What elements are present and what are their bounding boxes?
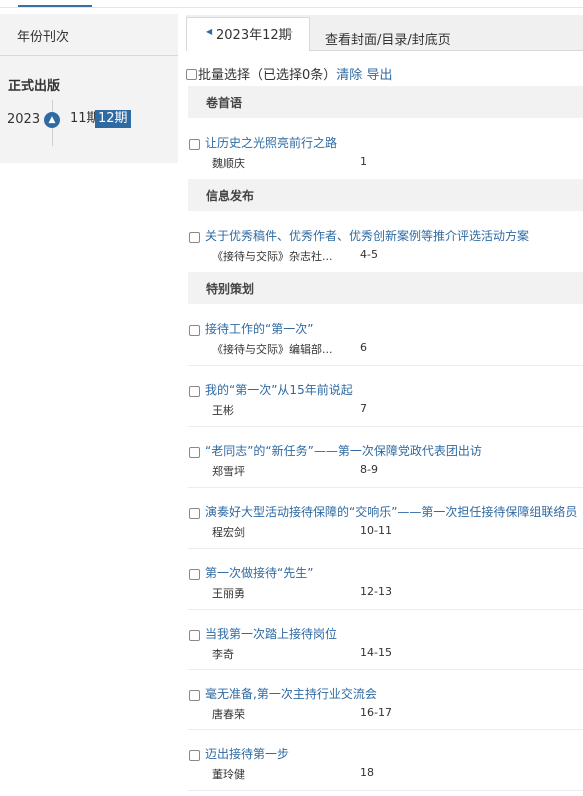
top-nav-strip bbox=[0, 0, 583, 8]
select-all-checkbox[interactable] bbox=[186, 69, 197, 80]
article-title-link[interactable]: 关于优秀稿件、优秀作者、优秀创新案例等推介评选活动方案 bbox=[205, 227, 529, 244]
row-divider bbox=[188, 426, 583, 427]
article-pages: 1 bbox=[360, 155, 367, 168]
article-pages: 14-15 bbox=[360, 646, 392, 659]
article-checkbox[interactable] bbox=[189, 386, 200, 397]
article-pages: 10-11 bbox=[360, 524, 392, 537]
article-checkbox[interactable] bbox=[189, 139, 200, 150]
article-author[interactable]: 郑雪坪 bbox=[212, 463, 245, 479]
section-title: 特别策划 bbox=[206, 282, 255, 296]
section-header: 特别策划 bbox=[188, 272, 583, 304]
article-pages: 16-17 bbox=[360, 706, 392, 719]
batch-select-label: 批量选择 bbox=[198, 68, 251, 83]
article-title-link[interactable]: 毫无准备,第一次主持行业交流会 bbox=[205, 685, 377, 702]
article-title-link[interactable]: 第一次做接待“先生” bbox=[205, 564, 313, 581]
article-author[interactable]: 《接待与交际》杂志社... bbox=[212, 248, 333, 264]
article-checkbox[interactable] bbox=[189, 232, 200, 243]
article-checkbox[interactable] bbox=[189, 447, 200, 458]
article-pages: 8-9 bbox=[360, 463, 378, 476]
article-checkbox[interactable] bbox=[189, 325, 200, 336]
row-divider bbox=[188, 548, 583, 549]
article-title-link[interactable]: 演奏好大型活动接待保障的“交响乐”——第一次担任接待保障组联络员 bbox=[205, 503, 577, 520]
chevron-up-icon[interactable]: ▲ bbox=[44, 112, 60, 128]
sidebar-title[interactable]: 年份刊次 bbox=[17, 26, 69, 45]
sidebar: 年份刊次 正式出版 2023 ▲ 11期 12期 bbox=[0, 14, 178, 163]
article-title-link[interactable]: “老同志”的“新任务”——第一次保障党政代表团出访 bbox=[205, 442, 482, 459]
article-title-link[interactable]: 我的“第一次”从15年前说起 bbox=[205, 381, 353, 398]
section-header: 卷首语 bbox=[188, 86, 583, 118]
row-divider bbox=[188, 790, 583, 791]
article-author[interactable]: 董玲健 bbox=[212, 766, 245, 782]
article-pages: 6 bbox=[360, 341, 367, 354]
article-pages: 18 bbox=[360, 766, 374, 779]
article-checkbox[interactable] bbox=[189, 750, 200, 761]
selected-count: （已选择0条） bbox=[250, 68, 337, 83]
article-author[interactable]: 魏顺庆 bbox=[212, 155, 245, 171]
year-label[interactable]: 2023 bbox=[7, 112, 40, 127]
article-checkbox[interactable] bbox=[189, 569, 200, 580]
article-author[interactable]: 程宏剑 bbox=[212, 524, 245, 540]
article-pages: 7 bbox=[360, 402, 367, 415]
section-header: 信息发布 bbox=[188, 179, 583, 211]
article-pages: 4-5 bbox=[360, 248, 378, 261]
article-author[interactable]: 《接待与交际》编辑部... bbox=[212, 341, 333, 357]
article-title-link[interactable]: 迈出接待第一步 bbox=[205, 745, 289, 762]
article-checkbox[interactable] bbox=[189, 690, 200, 701]
issue-link-12-selected[interactable]: 12期 bbox=[95, 110, 131, 128]
article-title-link[interactable]: 接待工作的“第一次” bbox=[205, 320, 313, 337]
divider bbox=[0, 55, 178, 56]
clear-button[interactable]: 清除 bbox=[336, 68, 362, 83]
tab-current-issue-label[interactable]: 2023年12期 bbox=[216, 24, 292, 43]
row-divider bbox=[188, 609, 583, 610]
article-author[interactable]: 唐春荣 bbox=[212, 706, 245, 722]
row-divider bbox=[188, 729, 583, 730]
article-checkbox[interactable] bbox=[189, 630, 200, 641]
next-issue-arrow-icon[interactable]: ▶ bbox=[287, 27, 293, 36]
article-title-link[interactable]: 让历史之光照亮前行之路 bbox=[205, 134, 337, 151]
section-title: 信息发布 bbox=[206, 189, 255, 203]
export-button[interactable]: 导出 bbox=[366, 68, 392, 83]
article-author[interactable]: 王彬 bbox=[212, 402, 234, 418]
active-nav-indicator bbox=[18, 5, 92, 7]
row-divider bbox=[188, 487, 583, 488]
publication-type-heading: 正式出版 bbox=[8, 79, 61, 94]
article-author[interactable]: 李奇 bbox=[212, 646, 234, 662]
row-divider bbox=[188, 365, 583, 366]
article-author[interactable]: 王丽勇 bbox=[212, 585, 245, 601]
tab-cover-toc[interactable]: 查看封面/目录/封底页 bbox=[325, 29, 451, 48]
article-checkbox[interactable] bbox=[189, 508, 200, 519]
article-title-link[interactable]: 当我第一次踏上接待岗位 bbox=[205, 625, 337, 642]
row-divider bbox=[188, 669, 583, 670]
previous-issue-arrow-icon[interactable]: ◀ bbox=[206, 27, 212, 36]
section-title: 卷首语 bbox=[206, 96, 243, 110]
article-pages: 12-13 bbox=[360, 585, 392, 598]
batch-toolbar: 批量选择（已选择0条）清除 导出 bbox=[186, 64, 392, 83]
